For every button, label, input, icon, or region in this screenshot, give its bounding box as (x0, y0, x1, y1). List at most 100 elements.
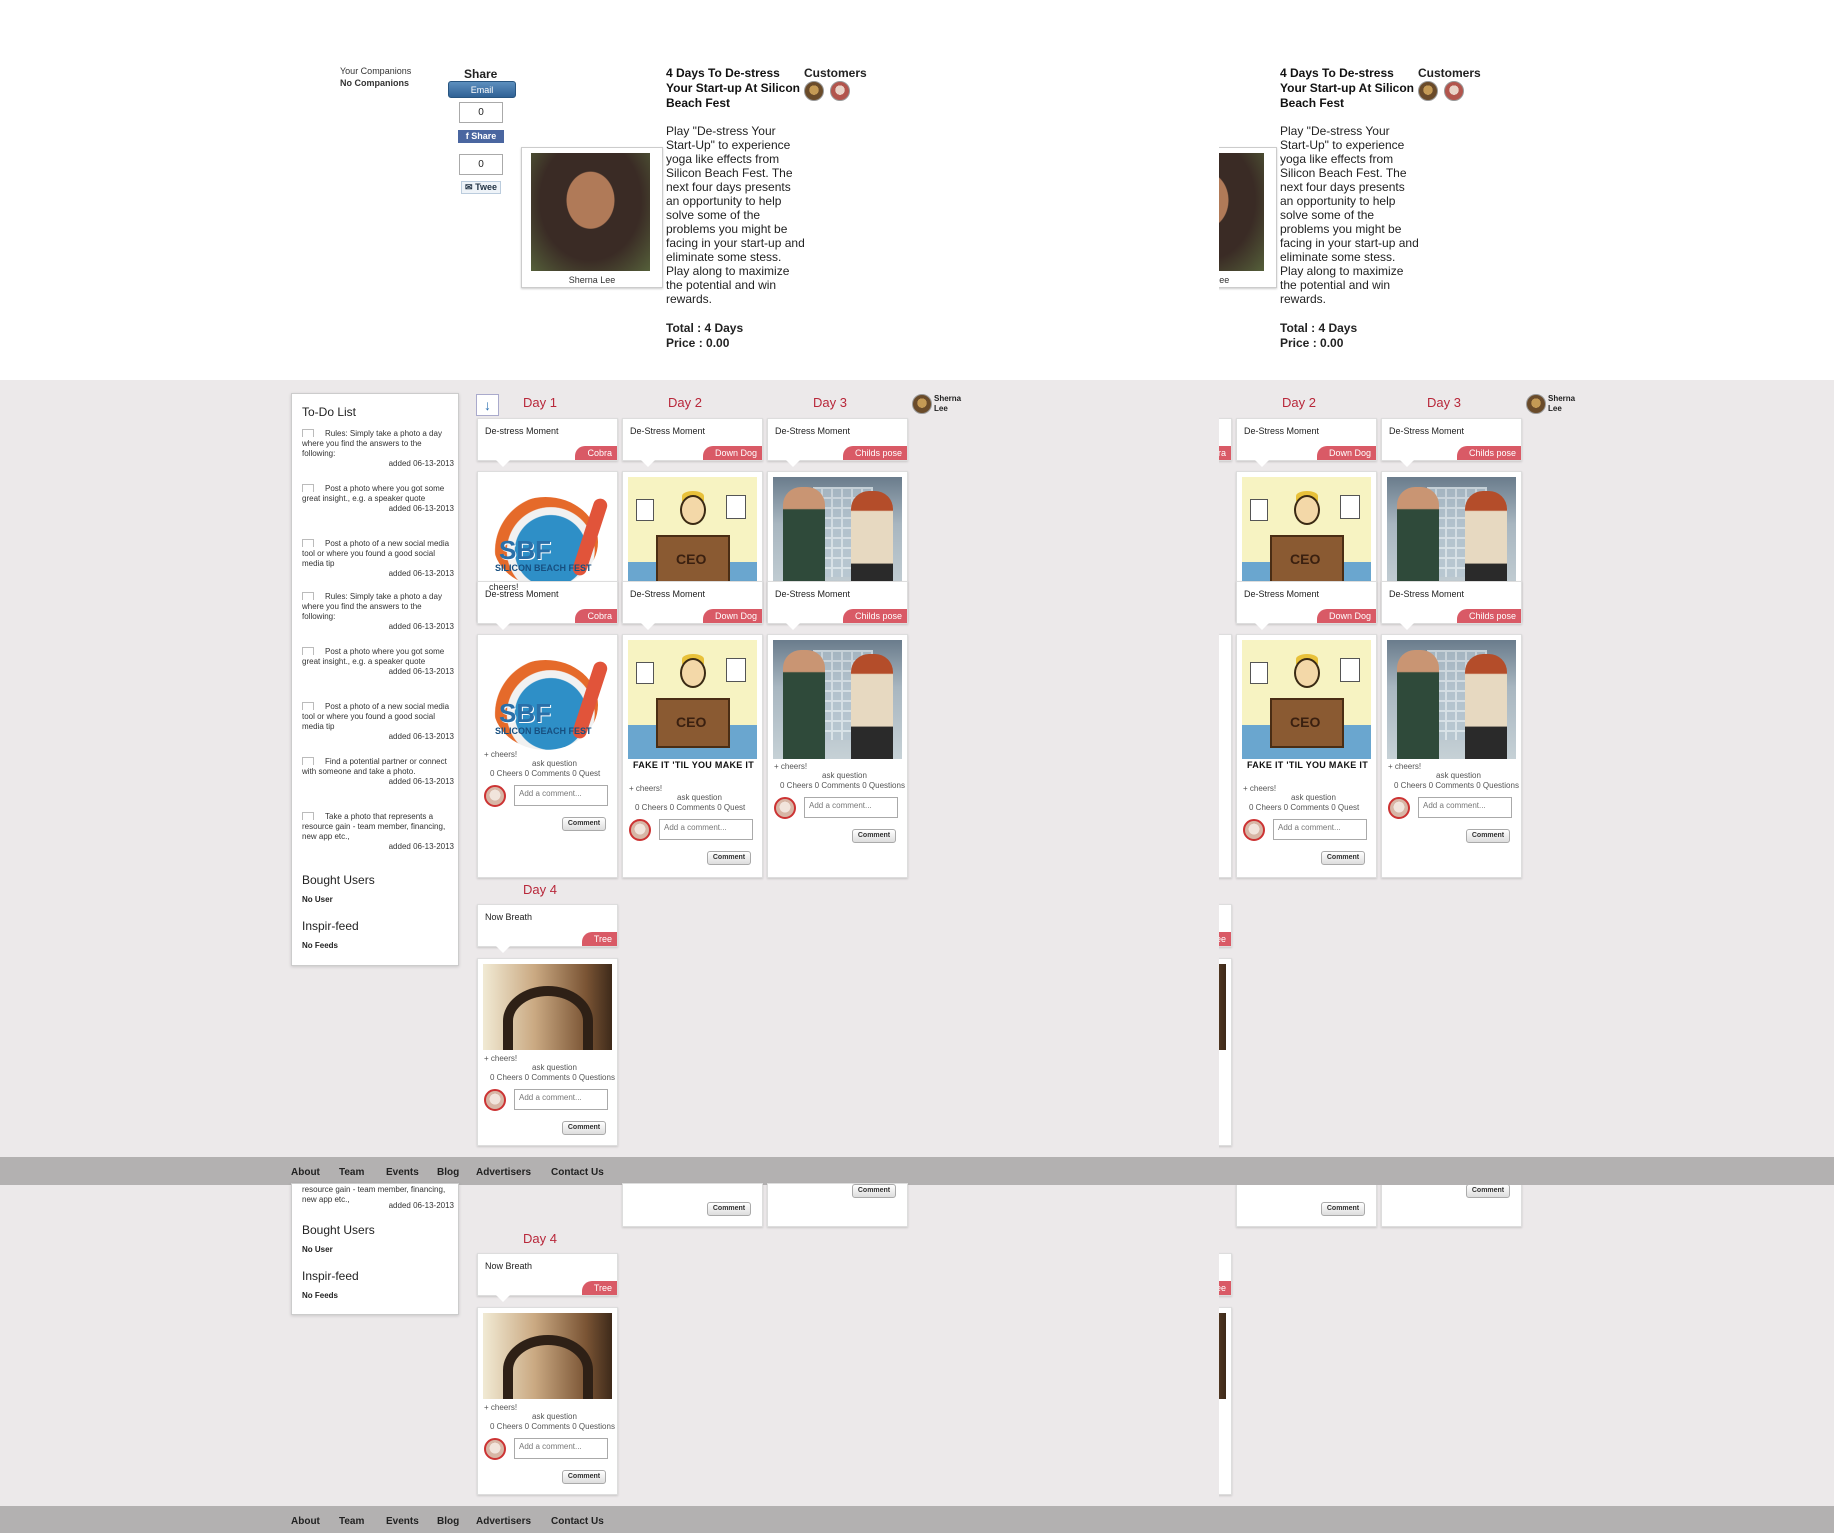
photo-card[interactable]: + cheers! ask question 0 Cheers 0 Commen… (767, 634, 908, 878)
moment-bubble[interactable]: De-Stress Moment Childs pose (1381, 418, 1522, 467)
comment-button[interactable]: Comment (1321, 1202, 1365, 1216)
footer-link-events[interactable]: Events (386, 1516, 419, 1527)
checkbox-icon[interactable] (302, 484, 314, 492)
moment-bubble[interactable]: Cobra (1219, 418, 1232, 461)
arrow-down-icon[interactable]: ↓ (476, 394, 499, 416)
comment-input[interactable]: Add a comment... (514, 1438, 608, 1459)
comment-button[interactable]: Comment (1321, 851, 1365, 865)
photo-card[interactable]: CEO FAKE IT 'TIL YOU MAKE IT + cheers! a… (622, 634, 763, 878)
facebook-share-button[interactable]: f Share (458, 130, 504, 143)
comment-input[interactable]: Add a comment... (514, 785, 608, 806)
ask-question-link[interactable]: ask question (1436, 771, 1481, 780)
photo-card[interactable]: estions (1219, 958, 1232, 1146)
moment-bubble[interactable]: De-Stress Moment Down Dog (622, 581, 763, 630)
ask-question-link[interactable]: ask question (532, 759, 577, 768)
checkbox-icon[interactable] (302, 429, 314, 437)
comment-button[interactable]: Comment (707, 851, 751, 865)
ask-question-link[interactable]: ask question (677, 793, 722, 802)
footer-link-blog[interactable]: Blog (437, 1516, 459, 1527)
footer-link-about[interactable]: About (291, 1167, 320, 1178)
comment-button[interactable]: Comment (562, 817, 606, 831)
comment-input[interactable]: Add a comment... (1273, 819, 1367, 840)
photo-card[interactable]: est (1219, 634, 1232, 878)
todo-item[interactable]: Rules: Simply take a photo a day where y… (302, 429, 454, 469)
cheers-link[interactable]: + cheers! (774, 762, 807, 771)
moment-bubble[interactable]: De-Stress Moment Childs pose (767, 581, 908, 630)
todo-item[interactable]: Take a photo that represents a resource … (302, 812, 454, 852)
checkbox-icon[interactable] (302, 812, 314, 820)
comment-input[interactable]: Add a comment... (804, 797, 898, 818)
footer-link-about[interactable]: About (291, 1516, 320, 1527)
cheers-link[interactable]: + cheers! (484, 1054, 517, 1063)
photo-card[interactable]: SBF SILICON BEACH FEST + cheers! ask ques… (477, 634, 618, 878)
checkbox-icon[interactable] (302, 539, 314, 547)
footer-link-events[interactable]: Events (386, 1167, 419, 1178)
cheers-link[interactable]: + cheers! (1388, 762, 1421, 771)
owner-avatar[interactable] (1526, 394, 1546, 414)
email-button[interactable]: Email (448, 81, 516, 98)
cheers-link[interactable]: + cheers! (1243, 784, 1276, 793)
moment-bubble[interactable]: Tree (1219, 904, 1232, 947)
ask-question-link[interactable]: ask question (532, 1412, 577, 1421)
customer-avatar[interactable] (1418, 81, 1438, 101)
footer-link-contact[interactable]: Contact Us (551, 1167, 604, 1178)
cheers-link[interactable]: + cheers! (484, 750, 517, 759)
moment-bubble[interactable]: Now Breath Tree (477, 1253, 618, 1302)
ask-question-link[interactable]: ask question (1291, 793, 1336, 802)
photo-card-bottom[interactable]: Comment (622, 1183, 763, 1227)
todo-item[interactable]: Post a photo of a new social media tool … (302, 539, 454, 579)
checkbox-icon[interactable] (302, 592, 314, 600)
comment-button[interactable]: Comment (852, 829, 896, 843)
checkbox-icon[interactable] (302, 647, 314, 655)
todo-item[interactable]: Find a potential partner or connect with… (302, 757, 454, 787)
todo-item[interactable]: Post a photo of a new social media tool … (302, 702, 454, 742)
checkbox-icon[interactable] (302, 757, 314, 765)
footer-link-team[interactable]: Team (339, 1516, 364, 1527)
moment-bubble[interactable]: De-stress Moment Cobra (477, 418, 618, 467)
todo-item[interactable]: Rules: Simply take a photo a day where y… (302, 592, 454, 632)
comment-input[interactable]: Add a comment... (659, 819, 753, 840)
comment-button[interactable]: Comment (562, 1121, 606, 1135)
ask-question-link[interactable]: ask question (532, 1063, 577, 1072)
todo-item[interactable]: Post a photo where you got some great in… (302, 484, 454, 514)
comment-input[interactable]: Add a comment... (1418, 797, 1512, 818)
comment-button[interactable]: Comment (852, 1184, 896, 1198)
comment-input[interactable]: Add a comment... (514, 1089, 608, 1110)
photo-card[interactable]: estions (1219, 1307, 1232, 1495)
photo-card-bottom[interactable]: Comment (767, 1183, 908, 1227)
footer-link-contact[interactable]: Contact Us (551, 1516, 604, 1527)
moment-bubble[interactable]: De-Stress Moment Down Dog (1236, 581, 1377, 630)
moment-bubble[interactable]: De-Stress Moment Childs pose (767, 418, 908, 467)
photo-card[interactable]: + cheers! ask question 0 Cheers 0 Commen… (1381, 634, 1522, 878)
footer-link-advertisers[interactable]: Advertisers (476, 1516, 531, 1527)
comment-button[interactable]: Comment (1466, 1184, 1510, 1198)
comment-button[interactable]: Comment (1466, 829, 1510, 843)
owner-avatar[interactable] (912, 394, 932, 414)
moment-bubble[interactable]: De-Stress Moment Childs pose (1381, 581, 1522, 630)
photo-card-bottom[interactable]: Comment (1381, 1183, 1522, 1227)
moment-bubble[interactable]: De-Stress Moment Down Dog (622, 418, 763, 467)
profile-photo-frame[interactable]: Sherna Lee (521, 147, 663, 288)
footer-link-blog[interactable]: Blog (437, 1167, 459, 1178)
photo-card[interactable]: CEO FAKE IT 'TIL YOU MAKE IT + cheers! a… (1236, 634, 1377, 878)
moment-bubble[interactable]: Tree (1219, 1253, 1232, 1296)
cheers-link[interactable]: + cheers! (629, 784, 662, 793)
todo-item[interactable]: Post a photo where you got some great in… (302, 647, 454, 677)
customer-avatar[interactable] (804, 81, 824, 101)
customer-avatar[interactable] (830, 81, 850, 101)
ask-question-link[interactable]: ask question (822, 771, 867, 780)
tweet-button[interactable]: ✉ Twee (461, 181, 501, 194)
moment-bubble[interactable]: De-Stress Moment Down Dog (1236, 418, 1377, 467)
photo-card[interactable]: + cheers! ask question 0 Cheers 0 Commen… (477, 958, 618, 1146)
comment-button[interactable]: Comment (707, 1202, 751, 1216)
photo-card[interactable]: + cheers! ask question 0 Cheers 0 Commen… (477, 1307, 618, 1495)
profile-photo-frame[interactable]: Sherna Lee (1219, 147, 1277, 288)
photo-card-bottom[interactable]: Comment (1236, 1183, 1377, 1227)
customer-avatar[interactable] (1444, 81, 1464, 101)
footer-link-team[interactable]: Team (339, 1167, 364, 1178)
moment-bubble[interactable]: Now Breath Tree (477, 904, 618, 953)
footer-link-advertisers[interactable]: Advertisers (476, 1167, 531, 1178)
comment-button[interactable]: Comment (562, 1470, 606, 1484)
checkbox-icon[interactable] (302, 702, 314, 710)
cheers-link[interactable]: + cheers! (484, 1403, 517, 1412)
